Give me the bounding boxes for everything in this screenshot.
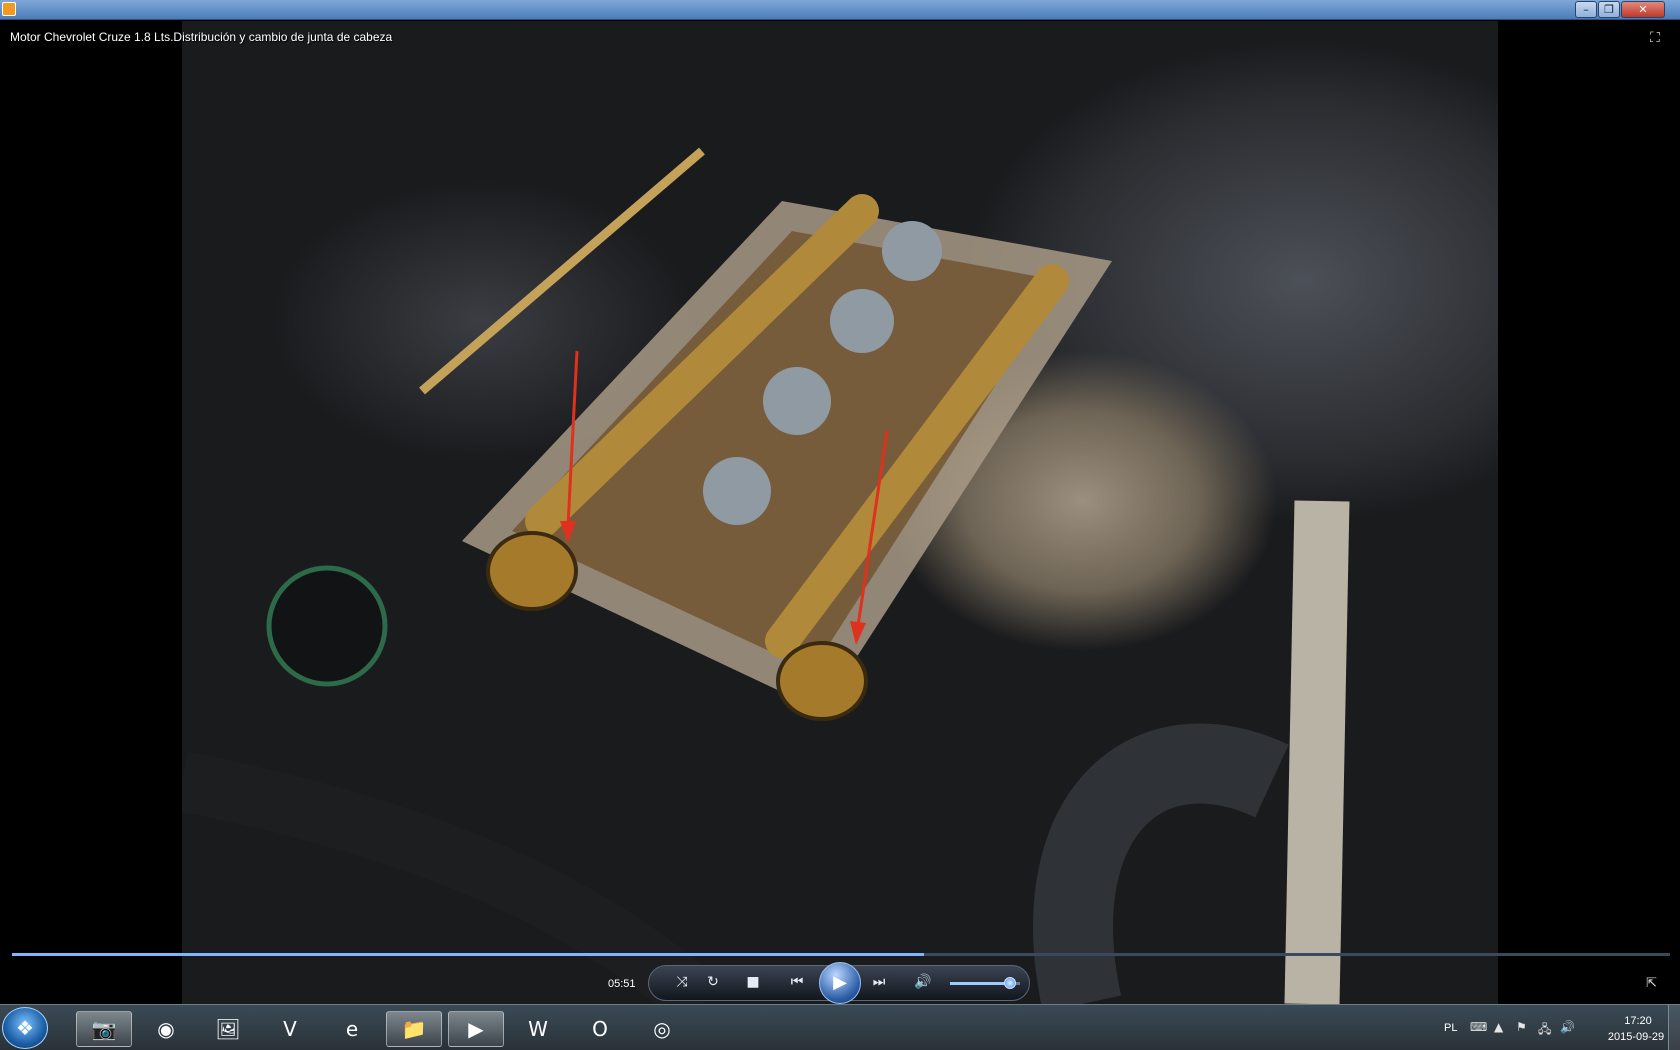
spark-plug-hole [830,289,894,353]
ac-pipe [1284,500,1350,1004]
maximize-button[interactable]: ❐ [1598,1,1620,18]
window-title-bar[interactable]: – ❐ ✕ [0,0,1680,20]
word-icon[interactable]: W [510,1011,566,1047]
video-editor-icon[interactable]: V [262,1011,318,1047]
video-area[interactable]: Motor Chevrolet Cruze 1.8 Lts.Distribuci… [0,21,1680,1004]
photo-editor-icon[interactable]: 🖼 [200,1011,256,1047]
file-explorer-icon[interactable]: 📁 [386,1011,442,1047]
start-button[interactable]: ❖ [2,1007,48,1049]
show-hidden-icons-icon[interactable]: ▲ [1494,1020,1503,1034]
volume-level [950,982,1010,985]
spark-plug-hole [882,221,942,281]
stop-button[interactable]: ■ [742,974,764,990]
switch-to-library-icon[interactable]: ⇱ [1646,976,1657,991]
video-title: Motor Chevrolet Cruze 1.8 Lts.Distribuci… [10,30,393,44]
next-button[interactable]: ⏭ [868,974,890,990]
seek-bar[interactable] [12,953,1670,956]
camshaft-end [486,531,578,611]
network-icon[interactable]: 🖧 [1538,1020,1551,1041]
screen: – ❐ ✕ Motor Chevrolet Cruze 1.8 Lts.Dist… [0,0,1680,1050]
clock-time[interactable]: 17:20 [1608,1015,1668,1027]
minimize-button[interactable]: – [1575,1,1597,18]
fullscreen-icon[interactable]: ⛶ [1650,29,1660,46]
show-desktop-button[interactable] [1668,1005,1680,1050]
action-center-flag-icon[interactable]: ⚑ [1516,1020,1527,1034]
media-player-app-icon[interactable] [2,2,16,16]
spark-plug-hole [763,367,831,435]
chrome-icon[interactable]: ◎ [634,1011,690,1047]
system-tray: PL ⌨ ▲ ⚑ 🖧 🔊 17:20 2015-09-29 [1432,1005,1680,1050]
seek-bar-progress [12,953,924,956]
engine-scene [182,147,1350,1004]
throttle-body [266,565,388,687]
language-indicator[interactable]: PL [1444,1022,1457,1034]
volume-icon[interactable]: 🔊 [912,974,934,990]
elapsed-time: 05:51 [608,978,636,990]
previous-button[interactable]: ⏮ [786,974,808,990]
spark-plug-hole [703,457,771,525]
close-button[interactable]: ✕ [1621,1,1665,18]
windows-logo-icon: ❖ [16,1016,34,1040]
volume-knob[interactable] [1003,977,1016,989]
outlook-icon[interactable]: O [572,1011,628,1047]
speaker-icon[interactable]: 🔊 [1560,1020,1575,1034]
taskbar: ❖ 📷 ◉ 🖼 Ve 📁 ▶ W O ◎ PL ⌨ ▲ ⚑ 🖧 🔊 17:20 2015-09-… [0,1004,1680,1050]
repeat-button[interactable]: ↻ [702,974,724,990]
clock-date[interactable]: 2015-09-29 [1596,1031,1676,1043]
shuffle-button[interactable]: ⤨ [671,974,693,990]
opera-browser-icon[interactable]: ◉ [138,1011,194,1047]
keyboard-icon[interactable]: ⌨ [1470,1020,1487,1034]
play-button[interactable]: ▶ [819,962,861,1004]
media-player-icon[interactable]: ▶ [448,1011,504,1047]
camshaft-end [776,641,868,721]
internet-explorer-icon[interactable]: e [324,1011,380,1047]
camera-app-icon[interactable]: 📷 [76,1011,132,1047]
video-frame[interactable] [182,21,1498,1004]
player-controls: 05:51 ⤨ ↻ ■ ⏮ ▶ ⏭ 🔊 ⇱ [0,948,1680,1004]
